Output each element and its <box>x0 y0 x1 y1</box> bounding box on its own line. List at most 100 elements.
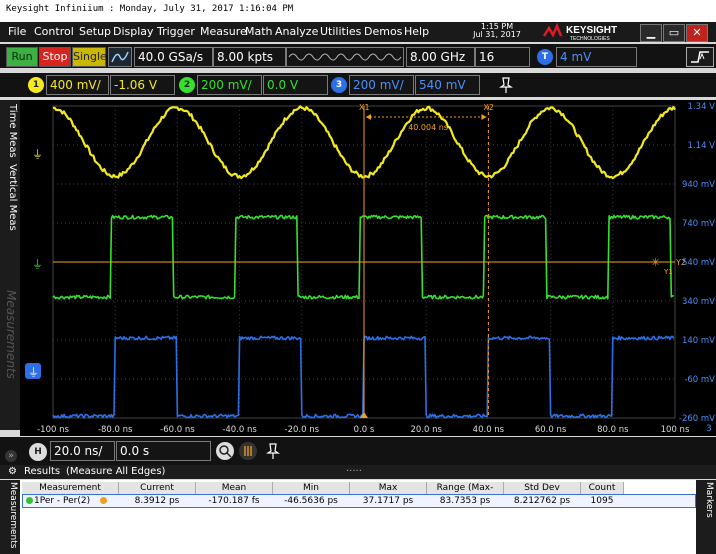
cursor-delta-label: 40.004 ns <box>408 123 448 132</box>
close-icon: ✕ <box>692 26 702 39</box>
resize-grip-icon[interactable]: ..... <box>346 463 362 474</box>
menu-utilities[interactable]: Utilities <box>320 25 361 38</box>
channel-2-badge[interactable]: 2 <box>179 77 195 93</box>
zoom-icon <box>219 445 232 458</box>
cursor-x1-label: X1 <box>359 103 370 112</box>
channel-1-scale[interactable]: 400 mV/ <box>46 75 109 95</box>
channel-3-offset[interactable]: 540 mV <box>415 75 480 95</box>
time-scale-label: -60.0 ns <box>160 425 195 435</box>
time-scale-label: -20.0 ns <box>285 425 320 435</box>
results-header: ⚙ Results (Measure All Edges) ..... <box>0 463 716 479</box>
menu-help[interactable]: Help <box>404 25 429 38</box>
time-meas-tab[interactable]: Time Meas <box>2 104 18 158</box>
horizontal-pin-button[interactable] <box>264 442 282 460</box>
run-button[interactable]: Run <box>6 47 38 67</box>
averages-field[interactable]: 16 <box>475 47 530 67</box>
trigger-cross-icon: ✳ <box>651 256 660 269</box>
acquisition-toolbar: Run Stop Single 40.0 GSa/s 8.00 kpts 8.0… <box>0 44 716 68</box>
vertical-scale-label: 1.34 V <box>688 102 716 112</box>
vertical-scale-label: 540 mV <box>682 258 715 268</box>
menu-analyze[interactable]: Analyze <box>275 25 318 38</box>
time-scale-label: -100 ns <box>37 425 69 435</box>
menu-measure[interactable]: Measure <box>200 25 247 38</box>
menu-setup[interactable]: Setup <box>79 25 111 38</box>
channel-2-scale[interactable]: 200 mV/ <box>197 75 262 95</box>
measurements-side-tab[interactable]: Measurements <box>2 482 18 548</box>
measurements-side-panel: Measurements <box>0 480 20 554</box>
column-header[interactable]: Range (Max-Min) <box>427 482 504 505</box>
stop-button[interactable]: Stop <box>39 47 71 67</box>
trigger-level-field[interactable]: 4 mV <box>556 47 637 67</box>
results-icon: ⚙ <box>8 466 17 477</box>
channel-toolbar: 1 400 mV/ -1.06 V 2 200 mV/ 0.0 V 3 200 … <box>0 73 716 97</box>
range-value: 83.7353 ps <box>439 496 491 506</box>
close-button[interactable]: ✕ <box>686 24 708 42</box>
zoom-button[interactable] <box>216 442 234 460</box>
horizontal-badge[interactable]: H <box>29 443 47 461</box>
trigger-edge-button[interactable] <box>686 47 714 67</box>
markers-side-panel: Markers <box>696 480 716 554</box>
trigger-badge[interactable]: T <box>537 49 553 65</box>
channel-2-offset[interactable]: 0.0 V <box>263 75 328 95</box>
vertical-meas-tab[interactable]: Vertical Meas <box>2 164 18 231</box>
bandwidth-field[interactable]: 8.00 GHz <box>406 47 475 67</box>
menu-math[interactable]: Math <box>245 25 273 38</box>
title-bar: Keysight Infiniium : Monday, July 31, 20… <box>0 0 716 22</box>
column-header[interactable]: Min <box>273 482 350 494</box>
vertical-scale-label: 740 mV <box>682 219 715 229</box>
time-scale-field[interactable]: 20.0 ns/ <box>50 441 115 461</box>
column-header[interactable]: Std Dev <box>504 482 581 494</box>
column-header[interactable]: Max <box>350 482 427 494</box>
time-scale-label: -40.0 ns <box>222 425 257 435</box>
expand-icon[interactable]: » <box>5 450 17 462</box>
channel-3-badge[interactable]: 3 <box>331 77 347 93</box>
time-scale-label: 40.0 ns <box>473 425 505 435</box>
count-value: 1095 <box>590 496 614 506</box>
reference-button[interactable] <box>239 442 257 460</box>
menu-demos[interactable]: Demos <box>364 25 402 38</box>
corner-number: 3 <box>706 424 712 434</box>
menu-file[interactable]: File <box>8 25 26 38</box>
single-button[interactable]: Single <box>72 47 107 67</box>
brand-name: KEYSIGHT <box>566 25 617 36</box>
column-header[interactable]: Current <box>119 482 196 494</box>
measurements-tab[interactable]: Measurements <box>2 290 18 379</box>
channel-2-ground-marker[interactable]: ⏚ <box>32 258 43 271</box>
time-position-field[interactable]: 0.0 s <box>116 441 211 461</box>
column-header[interactable]: Measurement <box>22 482 119 494</box>
time-scale-label: 60.0 ns <box>535 425 567 435</box>
clock-date: Jul 31, 2017 <box>473 30 521 39</box>
sample-rate-field[interactable]: 40.0 GSa/s <box>134 47 213 67</box>
waveform-display[interactable]: X1 X240.004 nsY2Y1✳ 1.34 V1.14 V940 mV740… <box>20 100 716 436</box>
results-subtitle: (Measure All Edges) <box>66 466 166 477</box>
current-value: 8.3912 ps <box>134 496 180 506</box>
menu-bar: File Control Setup Display Trigger Measu… <box>0 22 716 42</box>
restore-button[interactable]: ▭ <box>663 24 685 42</box>
channel-3-scale[interactable]: 200 mV/ <box>349 75 414 95</box>
menu-display[interactable]: Display <box>113 25 154 38</box>
column-header[interactable]: Count <box>581 482 624 494</box>
time-scale-label: 20.0 ns <box>410 425 442 435</box>
menu-trigger[interactable]: Trigger <box>157 25 195 38</box>
vertical-scale-label: 940 mV <box>682 180 715 190</box>
menu-control[interactable]: Control <box>34 25 74 38</box>
markers-tab[interactable]: Markers <box>698 482 714 518</box>
keysight-logo: KEYSIGHT TECHNOLOGIES <box>542 22 617 42</box>
pin-icon <box>499 77 513 93</box>
minimize-button[interactable]: ▁ <box>640 24 662 42</box>
vertical-scale-label: -60 mV <box>684 375 715 385</box>
channel-1-ground-marker[interactable]: ⏚ <box>32 148 43 161</box>
add-waveform-button[interactable] <box>497 76 515 94</box>
column-header[interactable]: Mean <box>196 482 273 494</box>
waveform-preview <box>286 47 404 67</box>
cursor-y1-label: Y1 <box>663 268 673 276</box>
channel-1-offset[interactable]: -1.06 V <box>110 75 175 95</box>
auto-scale-button[interactable] <box>108 47 132 67</box>
max-value: 37.1717 ps <box>362 496 414 506</box>
channel-1-badge[interactable]: 1 <box>28 77 44 93</box>
measurement-name: 1Per - Per(2) <box>34 496 91 506</box>
memory-depth-field[interactable]: 8.00 kpts <box>213 47 286 67</box>
horizontal-toolbar: » H 20.0 ns/ 0.0 s <box>0 437 716 465</box>
auto-scale-icon <box>111 51 129 63</box>
results-title: Results <box>24 466 61 477</box>
